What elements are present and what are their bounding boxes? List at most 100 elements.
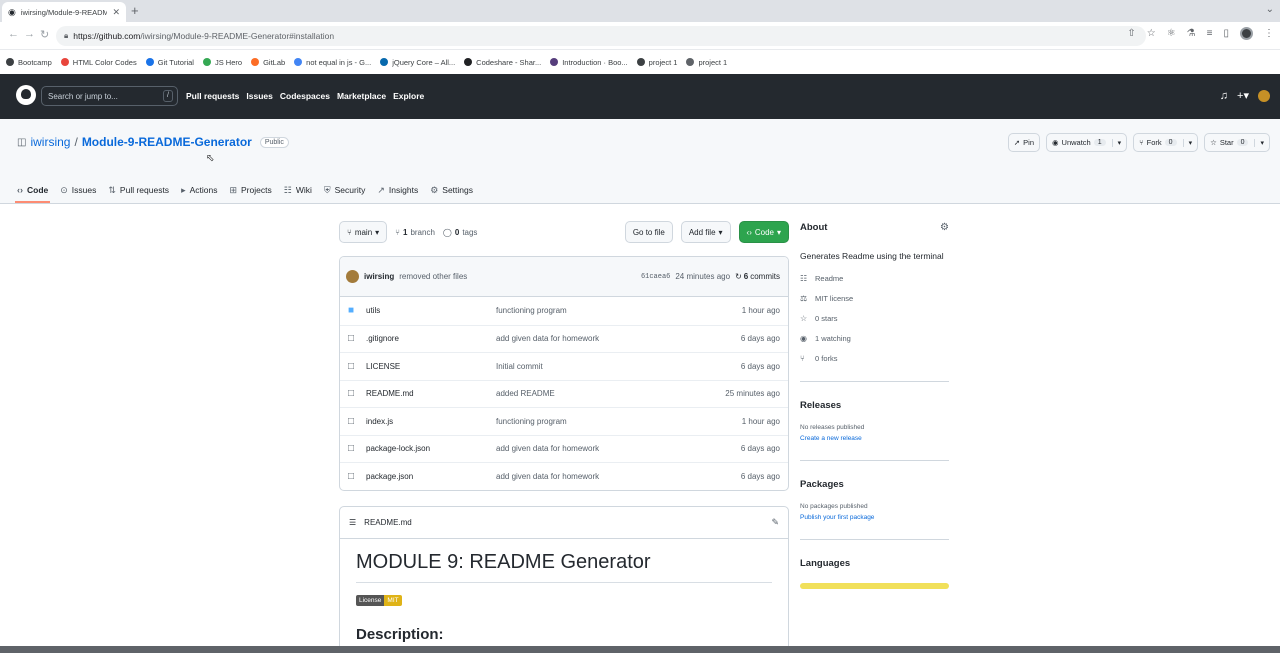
fork-button[interactable]: ⑂ Fork 0 ▾ bbox=[1133, 133, 1199, 152]
about-item-mit-license[interactable]: ⚖ MIT license bbox=[800, 294, 949, 303]
file-commit-message[interactable]: functioning program bbox=[496, 306, 742, 315]
file-commit-message[interactable]: add given data for homework bbox=[496, 472, 741, 481]
tab-code[interactable]: ‹› Code bbox=[14, 177, 51, 203]
browser-tab[interactable]: ◉ iwirsing/Module-9-README-G ✕ bbox=[2, 2, 126, 22]
list-icon[interactable]: ☰ bbox=[349, 518, 356, 527]
go-to-file-button[interactable]: Go to file bbox=[624, 221, 673, 243]
about-item-0-forks[interactable]: ⑂ 0 forks bbox=[800, 354, 949, 363]
gear-icon[interactable]: ⚙ bbox=[940, 222, 949, 233]
edit-pencil-icon[interactable]: ✎ bbox=[771, 517, 779, 528]
search-input[interactable]: Search or jump to... / bbox=[41, 86, 178, 106]
profile-avatar[interactable] bbox=[1240, 27, 1253, 40]
bookmark-star-icon[interactable]: ☆ bbox=[1147, 28, 1156, 39]
bookmark-item[interactable]: HTML Color Codes bbox=[60, 58, 137, 67]
nav-marketplace[interactable]: Marketplace bbox=[337, 91, 386, 101]
create-release-link[interactable]: Create a new release bbox=[800, 435, 949, 442]
commit-message[interactable]: removed other files bbox=[399, 272, 467, 281]
caret-down-icon[interactable]: ▾ bbox=[1254, 138, 1264, 147]
license-badge[interactable]: License MIT bbox=[356, 594, 402, 606]
about-item-readme[interactable]: ☷ Readme bbox=[800, 274, 949, 283]
notification-bell-icon[interactable]: ♫︎ bbox=[1220, 90, 1228, 102]
tab-security[interactable]: ⛨ Security bbox=[324, 177, 365, 203]
close-tab-icon[interactable]: ✕ bbox=[112, 7, 120, 18]
tab-wiki[interactable]: ☷ Wiki bbox=[284, 177, 312, 203]
bookmark-item[interactable]: GitLab bbox=[251, 58, 285, 67]
file-name-link[interactable]: LICENSE bbox=[366, 362, 496, 371]
file-commit-message[interactable]: added README bbox=[496, 389, 725, 398]
nav-codespaces[interactable]: Codespaces bbox=[280, 91, 330, 101]
file-commit-message[interactable]: functioning program bbox=[496, 417, 742, 426]
tags-link[interactable]: ◯ 0 tags bbox=[443, 228, 478, 237]
repo-name-link[interactable]: Module-9-README-Generator bbox=[82, 135, 252, 149]
commits-link[interactable]: ↻ 6 commits bbox=[735, 272, 780, 281]
bookmark-item[interactable]: project 1 bbox=[686, 58, 727, 67]
file-commit-message[interactable]: Initial commit bbox=[496, 362, 741, 371]
commit-sha[interactable]: 61caea6 bbox=[641, 273, 670, 281]
tab-pull-requests[interactable]: ⇅ Pull requests bbox=[108, 177, 169, 203]
packages-heading[interactable]: Packages bbox=[800, 479, 949, 490]
bookmark-item[interactable]: not equal in js - G... bbox=[294, 58, 371, 67]
pin-button[interactable]: ➚ Pin bbox=[1007, 133, 1040, 152]
bookmark-item[interactable]: Bootcamp bbox=[6, 58, 52, 67]
file-commit-message[interactable]: add given data for homework bbox=[496, 444, 741, 453]
about-item-1-watching[interactable]: ◉ 1 watching bbox=[800, 334, 949, 343]
file-name-link[interactable]: package-lock.json bbox=[366, 444, 496, 453]
bookmark-item[interactable]: project 1 bbox=[636, 58, 677, 67]
file-row[interactable]: ■ utils functioning program 1 hour ago bbox=[340, 297, 788, 325]
file-row[interactable]: □ README.md added README 25 minutes ago bbox=[340, 379, 788, 408]
forward-arrow-icon[interactable]: → bbox=[24, 28, 35, 40]
github-logo-icon[interactable] bbox=[16, 85, 36, 105]
nav-explore[interactable]: Explore bbox=[393, 91, 424, 101]
side-panel-icon[interactable]: ▯ bbox=[1223, 28, 1229, 39]
user-avatar[interactable] bbox=[1258, 89, 1270, 102]
flask-icon[interactable]: ⚗ bbox=[1187, 28, 1196, 39]
repo-owner-link[interactable]: iwirsing bbox=[30, 135, 70, 149]
tab-issues[interactable]: ⊙ Issues bbox=[60, 177, 96, 203]
file-name-link[interactable]: package.json bbox=[366, 472, 496, 481]
tab-actions[interactable]: ▸ Actions bbox=[181, 177, 217, 203]
unwatch-button[interactable]: ◉ Unwatch 1 ▾ bbox=[1046, 133, 1128, 152]
bookmark-item[interactable]: Codeshare - Shar... bbox=[464, 58, 541, 67]
address-bar[interactable]: 🔒︎ https://github.com/iwirsing/Module-9-… bbox=[56, 26, 1146, 46]
tab-insights[interactable]: ↗ Insights bbox=[377, 177, 418, 203]
caret-down-icon[interactable]: ▾ bbox=[1182, 138, 1192, 147]
releases-heading[interactable]: Releases bbox=[800, 400, 949, 411]
branches-link[interactable]: ⑂ 1 branch bbox=[395, 228, 435, 237]
file-commit-message[interactable]: add given data for homework bbox=[496, 334, 741, 343]
commit-author[interactable]: iwirsing bbox=[364, 272, 394, 281]
file-row[interactable]: □ .gitignore add given data for homework 6 … bbox=[340, 324, 788, 353]
file-row[interactable]: □ package.json add given data for homework… bbox=[340, 462, 788, 490]
file-name-link[interactable]: .gitignore bbox=[366, 334, 496, 343]
tab-search-chevron-icon[interactable]: ⌄ bbox=[1266, 4, 1274, 15]
browser-menu-icon[interactable]: ⋮ bbox=[1264, 28, 1274, 39]
caret-down-icon[interactable]: ▾ bbox=[1111, 138, 1121, 147]
tab-settings[interactable]: ⚙ Settings bbox=[430, 177, 473, 203]
extension-icon[interactable]: ⚛ bbox=[1167, 28, 1176, 39]
commit-author-avatar[interactable] bbox=[346, 270, 359, 283]
bookmark-item[interactable]: Git Tutorial bbox=[145, 58, 194, 67]
reading-list-icon[interactable]: ≡ bbox=[1207, 28, 1213, 39]
reload-icon[interactable]: ↻ bbox=[40, 28, 49, 41]
file-row[interactable]: □ index.js functioning program 1 hour ago bbox=[340, 407, 788, 435]
file-name-link[interactable]: utils bbox=[366, 306, 496, 315]
publish-package-link[interactable]: Publish your first package bbox=[800, 514, 949, 521]
file-row[interactable]: □ LICENSE Initial commit 6 days ago bbox=[340, 352, 788, 380]
nav-issues[interactable]: Issues bbox=[246, 91, 272, 101]
file-name-link[interactable]: README.md bbox=[366, 389, 496, 398]
star-button[interactable]: ☆ Star 0 ▾ bbox=[1204, 133, 1270, 152]
bookmark-item[interactable]: Introduction · Boo... bbox=[550, 58, 628, 67]
nav-pull-requests[interactable]: Pull requests bbox=[186, 91, 239, 101]
code-button[interactable]: ‹› Code ▾ bbox=[738, 221, 789, 243]
bookmark-item[interactable]: jQuery Core – All... bbox=[380, 58, 455, 67]
file-row[interactable]: □ package-lock.json add given data for hom… bbox=[340, 434, 788, 463]
share-icon[interactable]: ⇧ bbox=[1127, 28, 1135, 39]
tab-projects[interactable]: ⊞ Projects bbox=[229, 177, 271, 203]
branch-selector[interactable]: ⑂ main ▾ bbox=[339, 221, 388, 243]
back-arrow-icon[interactable]: ← bbox=[8, 28, 19, 40]
new-tab-button[interactable]: + bbox=[131, 3, 139, 18]
create-new-plus-icon[interactable]: +▾ bbox=[1237, 89, 1249, 102]
file-name-link[interactable]: index.js bbox=[366, 417, 496, 426]
add-file-button[interactable]: Add file ▾ bbox=[680, 221, 731, 243]
bookmark-item[interactable]: JS Hero bbox=[202, 58, 242, 67]
about-item-0-stars[interactable]: ☆ 0 stars bbox=[800, 314, 949, 323]
